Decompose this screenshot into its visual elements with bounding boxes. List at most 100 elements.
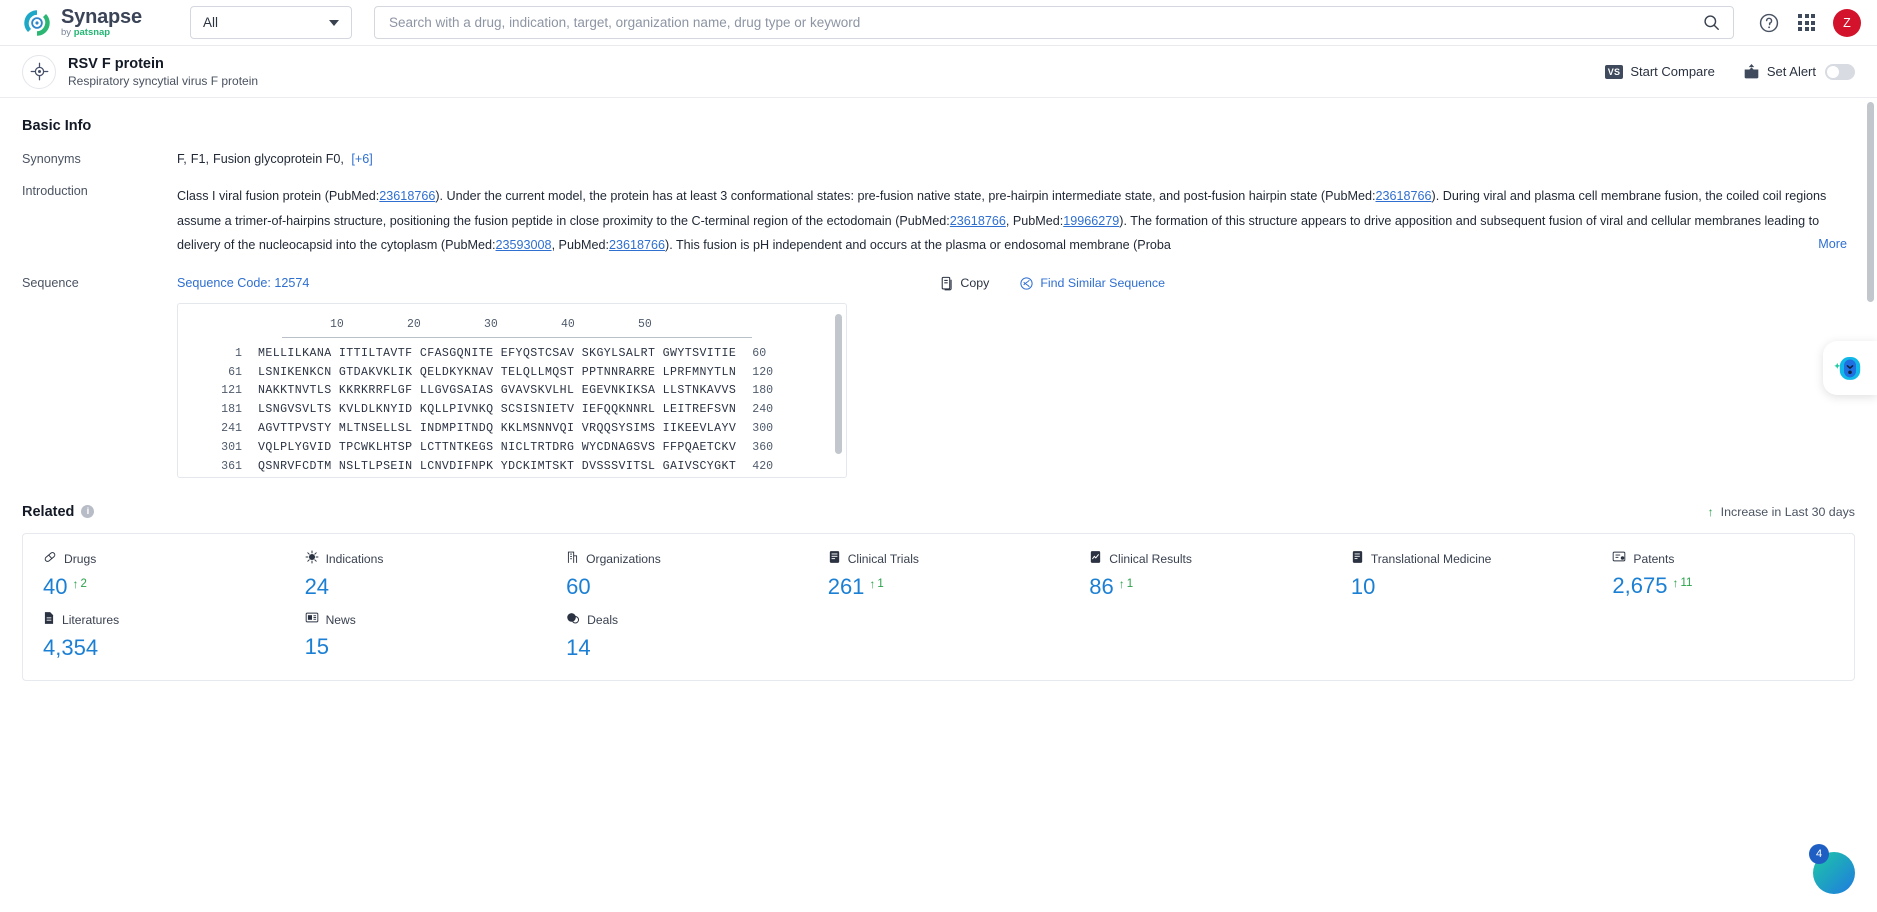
set-alert-toggle[interactable] — [1825, 63, 1855, 80]
related-stat-deals[interactable]: Deals 14 — [546, 611, 808, 660]
search-icon[interactable] — [1702, 13, 1721, 32]
related-stat-organizations[interactable]: Organizations 60 — [546, 550, 808, 599]
logo-byline: by patsnap — [61, 27, 111, 39]
increase-legend: ↑ Increase in Last 30 days — [1708, 505, 1855, 519]
stat-header: Translational Medicine — [1351, 550, 1593, 569]
grid-apps-icon[interactable] — [1798, 14, 1815, 31]
avatar[interactable]: Z — [1833, 8, 1861, 37]
sequence-start-index: 121 — [221, 384, 242, 398]
basic-info-heading: Basic Info — [22, 118, 92, 134]
introduction-more-link[interactable]: More — [1814, 232, 1847, 257]
pubmed-link[interactable]: 19966279 — [1063, 214, 1119, 228]
stat-label: Organizations — [586, 552, 661, 567]
stat-delta: ↑ 2 — [72, 577, 86, 591]
stat-value: 24 — [304, 573, 330, 599]
related-stat-clinical-results[interactable]: Clinical Results 86 ↑ 1 — [1069, 550, 1331, 599]
related-stat-literatures[interactable]: Literatures 4,354 — [23, 611, 285, 660]
chat-fab-badge: 4 — [1809, 844, 1829, 864]
stat-value: 10 — [1350, 573, 1376, 599]
page-scrollbar[interactable] — [1867, 102, 1874, 302]
related-stat-indications[interactable]: Indications 24 — [285, 550, 547, 599]
sequence-residues: LSNIKENKCN GTDAKVKLIK QELDKYKNAV TELQLLM… — [258, 365, 737, 379]
synonyms-more-link[interactable]: [+6] — [351, 152, 372, 166]
related-stat-news[interactable]: News 15 — [285, 611, 547, 660]
related-stat-patents[interactable]: Patents 2,675 ↑ 11 — [1592, 550, 1854, 599]
target-icon — [22, 54, 56, 89]
sequence-line: 61 LSNIKENKCN GTDAKVKLIK QELDKYKNAV TELQL… — [208, 364, 828, 383]
stat-value-wrap: 86 ↑ 1 — [1089, 574, 1331, 599]
introduction-text-run: , PubMed: — [1005, 213, 1064, 228]
patent-icon — [1612, 550, 1626, 568]
entity-title-bar: RSV F protein Respiratory syncytial viru… — [0, 46, 1877, 98]
introduction-value: Class I viral fusion protein (PubMed:236… — [177, 184, 1855, 258]
introduction-text-run: ). Under the current model, the protein … — [435, 189, 1376, 203]
introduction-text-run: ). This fusion is pH independent and occ… — [665, 238, 1171, 253]
pubmed-link[interactable]: 23618766 — [950, 214, 1006, 228]
set-alert-label: Set Alert — [1766, 64, 1816, 79]
stat-delta: ↑ 11 — [1672, 576, 1692, 590]
sequence-line: 1 MELLILKANA ITTILTAVTF CFASGQNITE EFYQST… — [208, 345, 828, 364]
info-icon[interactable]: i — [81, 505, 95, 519]
stat-label: Drugs — [64, 552, 97, 567]
sequence-line: 121 NAKKTNVTLS KKRKRRFLGF LLGVGSAIAS GVAV… — [208, 382, 828, 401]
introduction-text-run: , PubMed: — [551, 238, 609, 253]
synonyms-row: Synonyms F, F1, Fusion glycoprotein F0, [+… — [22, 134, 1855, 166]
pubmed-link[interactable]: 23618766 — [609, 238, 665, 252]
sequence-ruler: 10 20 30 40 50 — [282, 318, 747, 335]
sequence-end-index: 360 — [752, 441, 774, 455]
app-logo[interactable]: Synapse by patsnap — [22, 7, 182, 38]
stat-label: Translational Medicine — [1370, 552, 1492, 567]
stat-label: Clinical Trials — [847, 552, 919, 567]
sequence-header: Sequence Code: 12574 Copy Find Similar S… — [177, 276, 1855, 291]
stat-value-wrap: 14 — [566, 635, 808, 660]
sequence-viewer[interactable]: 10 20 30 40 50 1 MELLILKANA ITTILTAVTF CFASGQ… — [177, 302, 847, 478]
copy-label: Copy — [960, 276, 990, 291]
pubmed-link[interactable]: 23618766 — [379, 189, 435, 203]
start-compare-button[interactable]: VS Start Compare — [1604, 64, 1715, 79]
related-stat-translational-medicine[interactable]: Translational Medicine 10 — [1331, 550, 1593, 599]
ruler-tick: 10 — [330, 317, 344, 331]
sequence-start-index: 61 — [228, 365, 242, 379]
related-stat-drugs[interactable]: Drugs 40 ↑ 2 — [23, 550, 285, 599]
pubmed-link[interactable]: 23593008 — [496, 238, 552, 252]
logo-wordmark: Synapse — [61, 6, 142, 29]
virus-icon — [305, 550, 319, 569]
sequence-residues: MELLILKANA ITTILTAVTF CFASGQNITE EFYQSTC… — [258, 346, 737, 360]
start-compare-label: Start Compare — [1630, 64, 1715, 79]
stat-value: 15 — [304, 633, 330, 659]
pubmed-link[interactable]: 23618766 — [1375, 189, 1431, 203]
stat-value-wrap: 60 — [566, 574, 808, 599]
introduction-row: Introduction Class I viral fusion protei… — [22, 166, 1855, 258]
sequence-start-index: 361 — [221, 459, 242, 473]
stat-header: Clinical Results — [1089, 550, 1331, 569]
sequence-residues: VQLPLYGVID TPCWKLHTSP LCTTNTKEGS NICLTRT… — [258, 441, 737, 455]
introduction-text-run: Class I viral fusion protein (PubMed: — [177, 189, 380, 203]
search-scope-select[interactable]: All — [190, 6, 352, 39]
related-stat-clinical-trials[interactable]: Clinical Trials 261 ↑ 1 — [808, 550, 1070, 599]
search-input[interactable] — [389, 15, 1702, 30]
set-alert-control[interactable]: Set Alert — [1743, 63, 1855, 80]
sequence-residues: AGVTTPVSTY MLTNSELLSL INDMPITNDQ KKLMSNN… — [258, 422, 737, 436]
synonym-item: F1, — [190, 152, 209, 166]
sequence-code-link[interactable]: Sequence Code: 12574 — [177, 276, 309, 290]
introduction-text: Class I viral fusion protein (PubMed:236… — [177, 184, 1855, 258]
synapse-logo-icon — [24, 9, 50, 36]
sequence-start-index: 301 — [221, 441, 242, 455]
ai-assistant-widget[interactable] — [1823, 341, 1877, 395]
stat-header: Indications — [305, 550, 547, 569]
copy-sequence-button[interactable]: Copy — [940, 276, 989, 291]
stat-label: Patents — [1633, 551, 1675, 566]
stat-value-wrap: 261 ↑ 1 — [828, 574, 1070, 599]
synonym-item: F, — [177, 152, 187, 166]
stat-value-wrap: 15 — [304, 633, 547, 659]
find-similar-sequence-button[interactable]: Find Similar Sequence — [1019, 276, 1165, 291]
question-circle-icon[interactable] — [1758, 12, 1780, 34]
literature-icon — [43, 611, 55, 630]
global-search[interactable] — [374, 6, 1734, 39]
header-actions: Z — [1758, 8, 1861, 37]
sequence-residues: LSNGVSVLTS KVLDLKNYID KQLLPIVNKQ SCSISNI… — [258, 403, 737, 417]
introduction-fade — [1710, 231, 1800, 258]
stat-delta: ↑ 1 — [869, 577, 883, 591]
stat-delta: ↑ 1 — [1119, 577, 1133, 591]
clinical-result-icon — [1089, 550, 1102, 569]
